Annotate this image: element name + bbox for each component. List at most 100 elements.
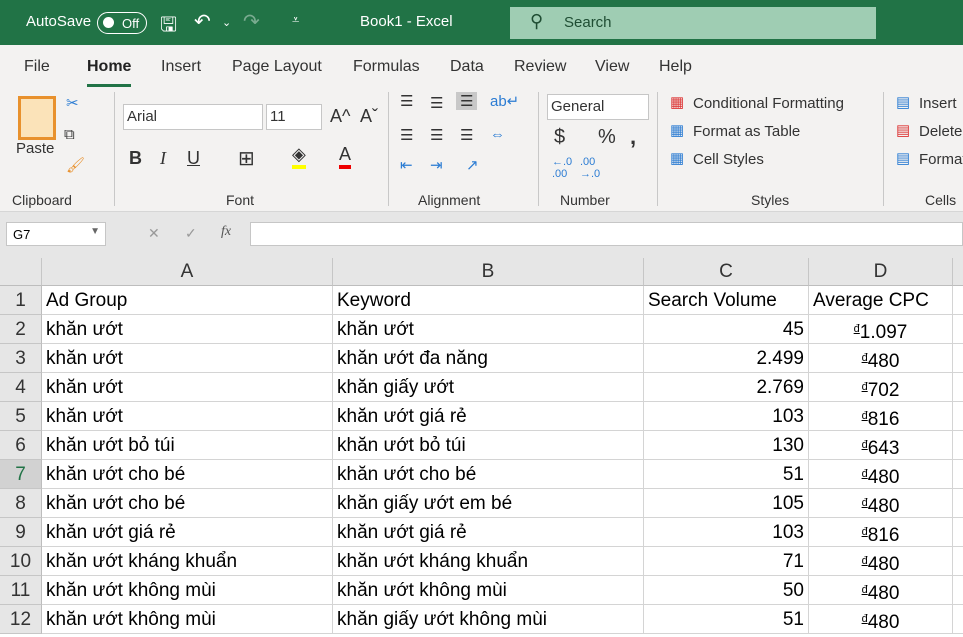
row-header[interactable]: 8 [0,489,42,518]
align-middle-icon[interactable]: ☰ [430,94,443,112]
cell-keyword[interactable]: Keyword [333,286,644,315]
row-header[interactable]: 5 [0,402,42,431]
borders-icon[interactable]: ⊞ [238,146,255,171]
search-box[interactable]: ⚲ Search [510,7,876,39]
number-format-select[interactable]: General [547,94,649,120]
cell-empty[interactable] [953,547,963,576]
cell-average-cpc[interactable]: đ480 [809,489,953,518]
align-bottom-icon[interactable]: ☰ [456,92,478,110]
cell-search-volume[interactable]: 50 [644,576,809,605]
cell-average-cpc[interactable]: đ480 [809,460,953,489]
customize-toolbar-icon[interactable]: ⩡ [292,12,299,28]
cell-average-cpc[interactable]: đ816 [809,402,953,431]
tab-data[interactable]: Data [450,58,484,76]
merge-center-icon[interactable]: ⇔ [490,126,505,143]
row-header[interactable]: 9 [0,518,42,547]
increase-font-icon[interactable]: A^ [330,106,350,127]
cell-average-cpc[interactable]: đ480 [809,547,953,576]
row-header[interactable]: 6 [0,431,42,460]
cell-keyword[interactable]: khăn ướt kháng khuẩn [333,547,644,576]
column-header-E[interactable] [953,258,963,286]
cell-average-cpc[interactable]: đ480 [809,605,953,634]
row-header[interactable]: 7 [0,460,42,489]
insert-function-icon[interactable]: fx [221,224,231,240]
fill-color-icon[interactable]: ◈ [292,144,306,169]
cell-empty[interactable] [953,373,963,402]
cell-average-cpc[interactable]: đ702 [809,373,953,402]
cell-ad-group[interactable]: khăn ướt cho bé [42,460,333,489]
cell-styles-button[interactable]: Cell Styles [693,151,764,168]
enter-icon[interactable]: ✓ [185,225,197,242]
cell-keyword[interactable]: khăn ướt giá rẻ [333,402,644,431]
column-header-B[interactable]: B [333,258,644,286]
tab-file[interactable]: File [24,58,50,76]
row-header[interactable]: 11 [0,576,42,605]
cell-empty[interactable] [953,460,963,489]
comma-style-icon[interactable]: , [630,124,636,150]
font-name-select[interactable]: Arial [123,104,263,130]
row-header[interactable]: 3 [0,344,42,373]
tab-help[interactable]: Help [659,58,692,76]
cell-search-volume[interactable]: 2.499 [644,344,809,373]
cell-ad-group[interactable]: khăn ướt kháng khuẩn [42,547,333,576]
cell-ad-group[interactable]: khăn ướt không mùi [42,576,333,605]
cancel-icon[interactable]: ✕ [148,225,160,242]
increase-decimal-icon[interactable]: ←.0.00 [552,156,572,180]
format-as-table-button[interactable]: Format as Table [693,123,800,140]
bold-icon[interactable]: B [129,148,142,169]
format-painter-icon[interactable]: 🖌 [66,156,85,174]
delete-button[interactable]: Delete [919,123,962,140]
cell-empty[interactable] [953,605,963,634]
autosave-toggle[interactable]: Off [97,12,147,34]
copy-icon[interactable]: ⧉ [64,126,75,143]
cell-search-volume[interactable]: 105 [644,489,809,518]
align-top-icon[interactable]: ☰ [400,92,413,110]
save-icon[interactable]: 🖫 [160,10,177,44]
cell-keyword[interactable]: khăn ướt cho bé [333,460,644,489]
cell-average-cpc[interactable]: đ1.097 [809,315,953,344]
decrease-decimal-icon[interactable]: .00 →.0 [580,156,600,180]
cell-empty[interactable] [953,489,963,518]
font-color-icon[interactable]: A [339,144,352,169]
row-header[interactable]: 10 [0,547,42,576]
align-right-icon[interactable]: ☰ [460,126,473,144]
cell-empty[interactable] [953,286,963,315]
cell-average-cpc[interactable]: đ480 [809,344,953,373]
cell-keyword[interactable]: khăn ướt đa năng [333,344,644,373]
underline-icon[interactable]: U [187,148,200,169]
cell-ad-group[interactable]: Ad Group [42,286,333,315]
column-header-A[interactable]: A [42,258,333,286]
cell-keyword[interactable]: khăn giấy ướt không mùi [333,605,644,634]
cell-search-volume[interactable]: Search Volume [644,286,809,315]
cell-search-volume[interactable]: 45 [644,315,809,344]
cell-search-volume[interactable]: 130 [644,431,809,460]
select-all-button[interactable] [0,258,42,286]
orientation-icon[interactable]: ↗ [466,156,479,174]
tab-insert[interactable]: Insert [161,58,201,76]
wrap-text-icon[interactable]: ab↵ [490,92,519,110]
cell-ad-group[interactable]: khăn ướt [42,402,333,431]
cell-ad-group[interactable]: khăn ướt [42,373,333,402]
cell-keyword[interactable]: khăn ướt không mùi [333,576,644,605]
undo-icon[interactable]: ↶ [194,9,211,34]
increase-indent-icon[interactable]: ⇥ [430,156,443,174]
cell-empty[interactable] [953,576,963,605]
align-left-icon[interactable]: ☰ [400,126,413,144]
tab-page-layout[interactable]: Page Layout [232,58,322,76]
cell-empty[interactable] [953,344,963,373]
cell-search-volume[interactable]: 103 [644,402,809,431]
undo-dropdown-icon[interactable]: ⌄ [222,16,231,29]
column-header-C[interactable]: C [644,258,809,286]
tab-home[interactable]: Home [87,58,132,87]
cell-search-volume[interactable]: 51 [644,460,809,489]
cell-average-cpc[interactable]: đ643 [809,431,953,460]
conditional-formatting-button[interactable]: Conditional Formatting [693,95,844,112]
cell-keyword[interactable]: khăn giấy ướt em bé [333,489,644,518]
row-header[interactable]: 4 [0,373,42,402]
cell-search-volume[interactable]: 71 [644,547,809,576]
redo-icon[interactable]: ↷ [243,9,260,34]
cell-keyword[interactable]: khăn ướt giá rẻ [333,518,644,547]
cell-ad-group[interactable]: khăn ướt không mùi [42,605,333,634]
cell-average-cpc[interactable]: Average CPC [809,286,953,315]
percent-icon[interactable]: % [598,126,616,149]
